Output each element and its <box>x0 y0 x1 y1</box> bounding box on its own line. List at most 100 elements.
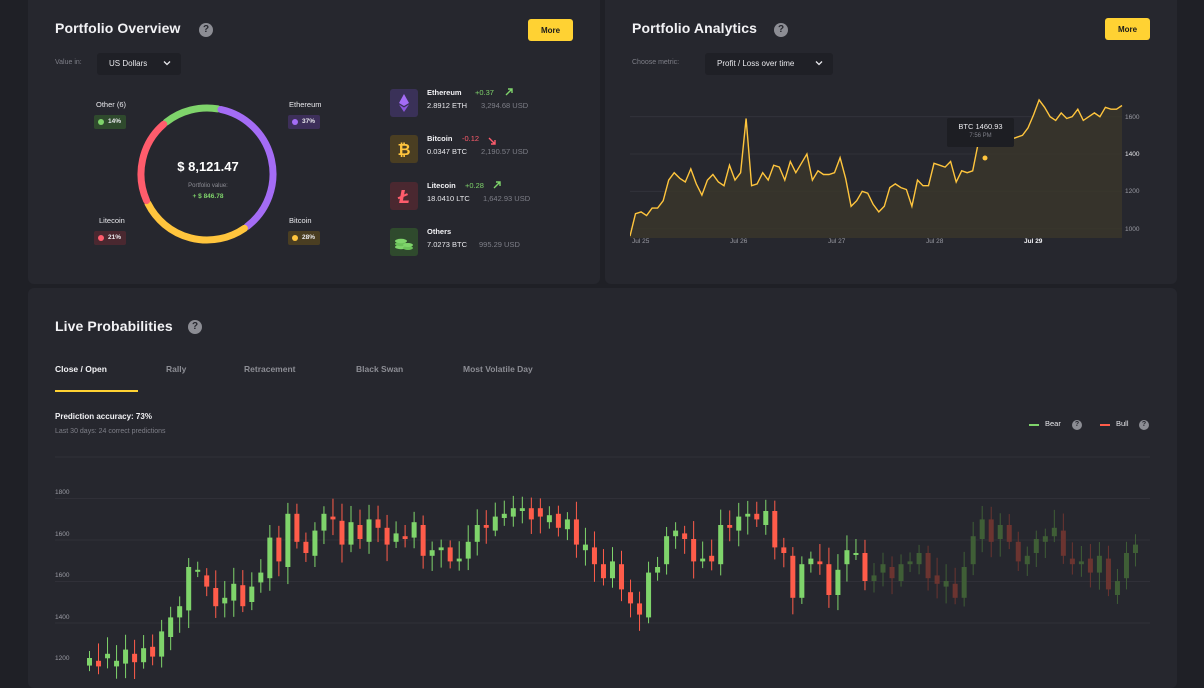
coin-name: Bitcoin <box>427 134 453 143</box>
candle-body <box>276 537 282 562</box>
coin-usd: 1,642.93 USD <box>483 194 531 203</box>
candle-body <box>591 547 597 565</box>
arrow-down-right-icon <box>488 137 496 145</box>
candle-body <box>925 553 931 579</box>
candle-body <box>195 569 201 572</box>
tab-retracement[interactable]: Retracement <box>244 364 296 374</box>
candle-body <box>646 572 652 618</box>
tab-black-swan[interactable]: Black Swan <box>356 364 403 374</box>
tab-rally[interactable]: Rally <box>166 364 186 374</box>
segment-label-ethereum: Ethereum <box>289 100 322 109</box>
portfolio-value-label: Portfolio value: <box>188 183 228 189</box>
candle-body <box>177 606 183 618</box>
coin-change: -0.12 <box>462 134 480 143</box>
profit-loss-area-chart <box>630 98 1123 238</box>
candle-body <box>483 525 489 528</box>
tooltip-time: 7:56 PM <box>969 133 992 139</box>
segment-badge-ethereum: 37% <box>288 115 321 129</box>
segment-label-litecoin: Litecoin <box>99 216 125 225</box>
portfolio-donut-chart <box>137 104 277 244</box>
prediction-accuracy: Prediction accuracy: 73% <box>55 412 152 421</box>
candle-body <box>709 555 715 562</box>
coin-usd: 3,294.68 USD <box>481 101 529 110</box>
candle-body <box>718 525 724 565</box>
candle-body <box>844 550 850 565</box>
candle-body <box>745 513 751 517</box>
candle-body <box>105 653 111 659</box>
help-icon[interactable]: ? <box>1139 420 1149 430</box>
candle-body <box>429 550 435 556</box>
currency-select-value: US Dollars <box>109 59 148 68</box>
help-icon[interactable]: ? <box>774 23 788 37</box>
area-fill <box>630 99 1122 238</box>
bitcoin-icon: ₿ <box>390 135 418 163</box>
coin-change: +0.28 <box>465 181 484 190</box>
tab-most-volatile-day[interactable]: Most Volatile Day <box>463 364 533 374</box>
coin-row-bitcoin[interactable]: ₿ Bitcoin -0.12 0.0347 BTC 2,190.57 USD <box>390 133 590 165</box>
candle-body <box>447 547 453 562</box>
candle-body <box>609 561 615 579</box>
candle-body <box>258 572 264 583</box>
active-tab-indicator <box>55 390 138 392</box>
chevron-down-icon <box>163 61 171 66</box>
candle-body <box>1024 555 1030 565</box>
candle-body <box>339 520 345 545</box>
legend-label-bull: Bull <box>1116 419 1129 428</box>
portfolio-value-change: + $ 846.78 <box>192 193 224 200</box>
segment-pct: 14% <box>108 118 122 125</box>
ethereum-icon <box>390 89 418 117</box>
candle-body <box>231 583 237 601</box>
candle-body <box>808 558 814 565</box>
candle-body <box>465 541 471 559</box>
candle-body <box>474 525 480 542</box>
candle-body <box>961 567 967 598</box>
candle-body <box>1114 581 1120 595</box>
coin-row-litecoin[interactable]: Ł Litecoin +0.28 18.0410 LTC 1,642.93 US… <box>390 180 590 212</box>
candle-body <box>321 513 327 531</box>
segment-label-other: Other (6) <box>96 100 127 109</box>
candle-body <box>637 603 643 615</box>
candle-body <box>402 536 408 539</box>
coin-row-others[interactable]: Others 7.0273 BTC 995.29 USD <box>390 226 590 258</box>
segment-badge-litecoin: 21% <box>94 231 127 245</box>
segment-badge-bitcoin: 28% <box>288 231 321 245</box>
coin-amount: 18.0410 LTC <box>427 194 470 203</box>
candle-body <box>988 519 994 542</box>
candle-body <box>952 583 958 598</box>
coin-name: Ethereum <box>427 88 462 97</box>
candle-body <box>1006 525 1012 542</box>
coins-stack-icon <box>390 228 418 256</box>
candle-body <box>240 585 246 607</box>
candle-body <box>889 567 895 579</box>
analytics-more-button[interactable]: More <box>1105 18 1150 40</box>
prediction-accuracy-sub: Last 30 days: 24 correct predictions <box>55 428 166 435</box>
candle-body <box>1051 527 1057 537</box>
candle-body <box>150 646 156 657</box>
candle-body <box>1087 558 1093 573</box>
help-icon[interactable]: ? <box>1072 420 1082 430</box>
litecoin-icon: Ł <box>390 182 418 210</box>
value-in-label: Value in: <box>55 59 82 66</box>
candle-body <box>934 575 940 584</box>
segment-label-bitcoin: Bitcoin <box>289 216 312 225</box>
candle-body <box>546 515 552 523</box>
candle-body <box>1078 561 1084 565</box>
coin-row-ethereum[interactable]: Ethereum +0.37 2.8912 ETH 3,294.68 USD <box>390 87 590 119</box>
metric-select[interactable]: Profit / Loss over time <box>705 53 833 75</box>
candle-body <box>456 558 462 562</box>
y-tick: 1400 <box>55 614 70 621</box>
candle-body <box>285 513 291 567</box>
tab-close-open[interactable]: Close / Open <box>55 364 107 374</box>
help-icon[interactable]: ? <box>199 23 213 37</box>
help-icon[interactable]: ? <box>188 320 202 334</box>
candle-body <box>799 564 805 598</box>
legend-line-bear <box>1029 424 1039 426</box>
candle-body <box>132 653 138 663</box>
chart-tooltip: BTC 1460.93 7:56 PM <box>947 118 1014 147</box>
overview-more-button[interactable]: More <box>528 19 573 41</box>
candle-body <box>213 588 219 607</box>
y-tick: 1200 <box>55 655 70 662</box>
currency-select[interactable]: US Dollars <box>97 53 181 75</box>
y-tick: 1400 <box>1125 151 1140 158</box>
candle-body <box>826 564 832 595</box>
